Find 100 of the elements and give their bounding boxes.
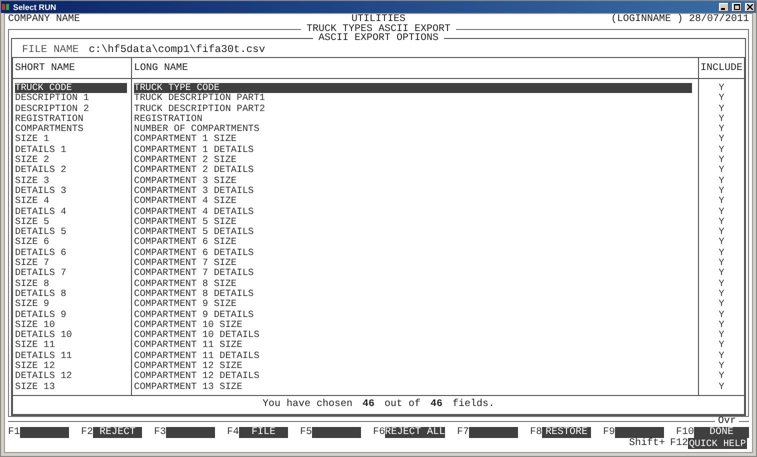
short-name-cell[interactable]: SIZE 5 [15, 216, 127, 228]
short-name-cell[interactable]: DETAILS 1 [15, 144, 127, 156]
short-name-cell[interactable]: SIZE 12 [15, 361, 127, 372]
long-name-cell[interactable]: COMPARTMENT 13 SIZE [134, 382, 692, 392]
include-cell[interactable]: Y [718, 371, 724, 382]
include-cell[interactable]: Y [718, 186, 724, 196]
include-cell[interactable]: Y [718, 278, 724, 289]
include-cell[interactable]: Y [718, 134, 724, 145]
short-name-cell[interactable]: DETAILS 3 [15, 186, 127, 196]
include-cell[interactable]: Y [718, 176, 724, 186]
long-name-cell[interactable]: COMPARTMENT 1 SIZE [134, 134, 692, 145]
long-name-cell[interactable]: COMPARTMENT 9 DETAILS [134, 310, 692, 320]
long-name-cell[interactable]: COMPARTMENT 10 DETAILS [134, 330, 692, 340]
short-name-cell[interactable]: DETAILS 8 [15, 288, 127, 300]
include-cell[interactable]: Y [718, 330, 724, 340]
short-name-cell[interactable]: DETAILS 12 [15, 371, 127, 382]
short-name-cell[interactable]: SIZE 10 [15, 320, 127, 330]
include-cell[interactable]: Y [718, 382, 724, 392]
include-cell[interactable]: Y [718, 268, 724, 279]
function-key-button[interactable]: FILE [239, 426, 288, 438]
function-key-button[interactable]: RESTORE [542, 426, 591, 438]
function-key-button[interactable]: QUICK HELP [688, 438, 747, 449]
long-name-cell[interactable]: COMPARTMENT 3 DETAILS [134, 186, 692, 196]
long-name-cell[interactable]: COMPARTMENT 9 SIZE [134, 299, 692, 310]
include-cell[interactable]: Y [718, 144, 724, 156]
long-name-cell[interactable]: COMPARTMENT 2 SIZE [134, 155, 692, 166]
long-name-cell[interactable]: TRUCK TYPE CODE [134, 83, 692, 94]
include-cell[interactable]: Y [718, 165, 724, 176]
long-name-cell[interactable]: COMPARTMENT 5 SIZE [134, 216, 692, 228]
long-name-cell[interactable]: COMPARTMENT 12 SIZE [134, 361, 692, 372]
long-name-cell[interactable]: COMPARTMENT 4 SIZE [134, 196, 692, 207]
long-name-cell[interactable]: TRUCK DESCRIPTION PART1 [134, 93, 692, 104]
include-cell[interactable]: Y [718, 258, 724, 268]
minimize-button[interactable] [719, 2, 729, 12]
short-name-cell[interactable]: DETAILS 9 [15, 310, 127, 320]
include-cell[interactable]: Y [718, 83, 724, 94]
long-name-cell[interactable]: COMPARTMENT 8 SIZE [134, 278, 692, 289]
long-name-cell[interactable]: COMPARTMENT 3 SIZE [134, 176, 692, 186]
include-cell[interactable]: Y [718, 340, 724, 351]
long-name-cell[interactable]: COMPARTMENT 11 DETAILS [134, 350, 692, 362]
long-name-cell[interactable]: COMPARTMENT 1 DETAILS [134, 144, 692, 156]
include-cell[interactable]: Y [718, 124, 724, 134]
long-name-cell[interactable]: COMPARTMENT 8 DETAILS [134, 288, 692, 300]
include-cell[interactable]: Y [718, 216, 724, 228]
short-name-cell[interactable]: SIZE 13 [15, 382, 127, 392]
function-key-button[interactable] [469, 426, 518, 438]
include-cell[interactable]: Y [718, 361, 724, 372]
long-name-cell[interactable]: COMPARTMENT 5 DETAILS [134, 227, 692, 238]
short-name-cell[interactable]: DETAILS 7 [15, 268, 127, 279]
include-cell[interactable]: Y [718, 299, 724, 310]
short-name-cell[interactable]: SIZE 6 [15, 237, 127, 248]
long-name-cell[interactable]: COMPARTMENT 12 DETAILS [134, 371, 692, 382]
maximize-button[interactable] [732, 2, 742, 12]
include-cell[interactable]: Y [718, 310, 724, 320]
include-cell[interactable]: Y [718, 237, 724, 248]
short-name-cell[interactable]: DESCRIPTION 1 [15, 93, 127, 104]
function-key-button[interactable] [615, 426, 664, 438]
include-cell[interactable]: Y [718, 288, 724, 300]
short-name-cell[interactable]: REGISTRATION [15, 114, 127, 124]
short-name-cell[interactable]: DETAILS 4 [15, 206, 127, 217]
long-name-cell[interactable]: COMPARTMENT 11 SIZE [134, 340, 692, 351]
include-cell[interactable]: Y [718, 155, 724, 166]
include-cell[interactable]: Y [718, 93, 724, 104]
include-cell[interactable]: Y [718, 320, 724, 330]
short-name-cell[interactable]: SIZE 8 [15, 278, 127, 289]
include-cell[interactable]: Y [718, 196, 724, 207]
short-name-cell[interactable]: SIZE 7 [15, 258, 127, 268]
short-name-cell[interactable]: DETAILS 10 [15, 330, 127, 340]
short-name-cell[interactable]: DESCRIPTION 2 [15, 104, 127, 114]
short-name-cell[interactable]: SIZE 11 [15, 340, 127, 351]
short-name-cell[interactable]: DETAILS 5 [15, 227, 127, 238]
long-name-cell[interactable]: COMPARTMENT 4 DETAILS [134, 206, 692, 217]
file-name-field[interactable]: c:\hf5data\comp1\fifa30t.csv [88, 44, 266, 56]
short-name-cell[interactable]: DETAILS 11 [15, 350, 127, 362]
include-cell[interactable]: Y [718, 227, 724, 238]
short-name-cell[interactable]: SIZE 3 [15, 176, 127, 186]
include-cell[interactable]: Y [718, 350, 724, 362]
short-name-cell[interactable]: TRUCK CODE [15, 83, 127, 94]
function-key-button[interactable]: REJECT ALL [384, 426, 445, 438]
close-button[interactable] [745, 2, 755, 12]
long-name-cell[interactable]: COMPARTMENT 6 DETAILS [134, 248, 692, 258]
long-name-cell[interactable]: REGISTRATION [134, 114, 692, 124]
include-cell[interactable]: Y [718, 206, 724, 217]
short-name-cell[interactable]: SIZE 9 [15, 299, 127, 310]
function-key-button[interactable] [166, 426, 215, 438]
long-name-cell[interactable]: TRUCK DESCRIPTION PART2 [134, 104, 692, 114]
function-key-button[interactable]: DONE [694, 426, 749, 438]
long-name-cell[interactable]: COMPARTMENT 7 SIZE [134, 258, 692, 268]
include-cell[interactable]: Y [718, 248, 724, 258]
function-key-button[interactable] [312, 426, 361, 438]
function-key-button[interactable]: REJECT [93, 426, 142, 438]
long-name-cell[interactable]: COMPARTMENT 7 DETAILS [134, 268, 692, 279]
long-name-cell[interactable]: COMPARTMENT 10 SIZE [134, 320, 692, 330]
short-name-cell[interactable]: SIZE 4 [15, 196, 127, 207]
long-name-cell[interactable]: NUMBER OF COMPARTMENTS [134, 124, 692, 134]
short-name-cell[interactable]: COMPARTMENTS [15, 124, 127, 134]
long-name-cell[interactable]: COMPARTMENT 2 DETAILS [134, 165, 692, 176]
short-name-cell[interactable]: SIZE 1 [15, 134, 127, 145]
include-cell[interactable]: Y [718, 114, 724, 124]
include-cell[interactable]: Y [718, 104, 724, 114]
